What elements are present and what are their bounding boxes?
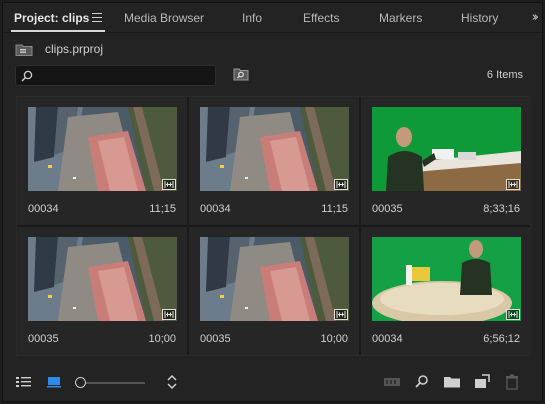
clip-item[interactable]: 00035 10;00 xyxy=(17,227,187,355)
tab-markers[interactable]: Markers xyxy=(379,11,422,25)
clip-item[interactable]: 00034 6;56;12 xyxy=(361,227,531,355)
item-count: 6 Items xyxy=(486,69,523,81)
new-item-icon[interactable] xyxy=(473,373,491,391)
hamburger-icon[interactable] xyxy=(92,13,102,22)
clip-thumbnail xyxy=(372,107,521,191)
audio-video-clip-icon xyxy=(506,309,520,320)
clip-name: 00035 xyxy=(28,333,59,345)
clip-duration: 11;15 xyxy=(149,203,176,215)
clip-name: 00034 xyxy=(372,333,403,345)
clip-duration: 10;00 xyxy=(320,333,348,345)
automate-to-sequence-icon[interactable] xyxy=(383,373,401,391)
find-icon[interactable] xyxy=(233,67,249,81)
icon-view-icon[interactable] xyxy=(45,373,63,391)
clip-name: 00035 xyxy=(200,333,231,345)
audio-video-clip-icon xyxy=(334,309,348,320)
project-panel: Project: clips Media Browser Info Effect… xyxy=(2,2,543,402)
trash-icon[interactable] xyxy=(503,373,521,391)
clip-duration: 6;56;12 xyxy=(483,333,520,345)
list-view-icon[interactable] xyxy=(15,373,33,391)
clip-item[interactable]: 00035 10;00 xyxy=(189,227,359,355)
clip-duration: 11;15 xyxy=(321,203,348,215)
panel-tab-bar: Project: clips Media Browser Info Effect… xyxy=(3,3,542,33)
bottom-toolbar xyxy=(3,365,542,401)
tab-history[interactable]: History xyxy=(461,11,498,25)
audio-video-clip-icon xyxy=(334,179,348,190)
clip-item[interactable]: 00034 11;15 xyxy=(17,97,187,225)
clip-thumbnail xyxy=(28,237,177,321)
tab-effects[interactable]: Effects xyxy=(303,11,339,25)
clip-duration: 10;00 xyxy=(148,333,176,345)
search-icon xyxy=(21,70,33,82)
project-file-name: clips.prproj xyxy=(45,42,104,56)
clip-duration: 8;33;16 xyxy=(483,203,520,215)
clip-name: 00035 xyxy=(372,203,403,215)
tab-project[interactable]: Project: clips xyxy=(14,11,89,25)
clip-grid: 00034 11;15 00034 11;15 00035 8;33;16 00… xyxy=(16,96,531,356)
clip-item[interactable]: 00034 11;15 xyxy=(189,97,359,225)
bin-icon xyxy=(15,44,33,56)
tab-info[interactable]: Info xyxy=(242,11,262,25)
clip-thumbnail xyxy=(200,107,349,191)
active-tab-indicator xyxy=(11,30,105,32)
audio-video-clip-icon xyxy=(162,179,176,190)
audio-video-clip-icon xyxy=(506,179,520,190)
clip-thumbnail xyxy=(28,107,177,191)
clip-name: 00034 xyxy=(28,203,59,215)
clip-thumbnail xyxy=(200,237,349,321)
sort-icon[interactable] xyxy=(163,373,181,391)
new-bin-icon[interactable] xyxy=(443,373,461,391)
tab-media-browser[interactable]: Media Browser xyxy=(124,11,204,25)
double-chevron-right-icon[interactable]: ›› xyxy=(532,10,540,25)
search-input[interactable] xyxy=(15,65,216,86)
find-icon[interactable] xyxy=(413,373,431,391)
clip-item[interactable]: 00035 8;33;16 xyxy=(361,97,531,225)
clip-thumbnail xyxy=(372,237,521,321)
audio-video-clip-icon xyxy=(162,309,176,320)
clip-name: 00034 xyxy=(200,203,231,215)
zoom-slider-handle[interactable] xyxy=(75,377,86,388)
